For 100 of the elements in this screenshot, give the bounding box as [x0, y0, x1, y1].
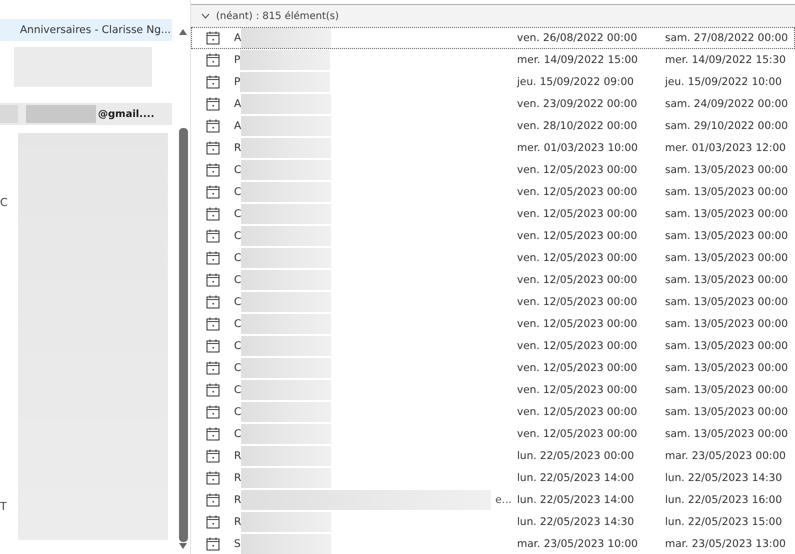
appointment-title: R — [234, 450, 242, 462]
end-date: mar. 23/05/2023 13:00 — [665, 538, 787, 550]
account-header[interactable]: @gmail.... — [0, 103, 172, 125]
group-header[interactable]: (néant) : 815 élément(s) — [191, 5, 795, 27]
appointment-title: C — [234, 164, 242, 176]
appointment-row[interactable]: C ven. 12/05/2023 00:00 sam. 13/05/2023 00:00 — [191, 357, 795, 379]
start-date: mer. 01/03/2023 10:00 — [517, 142, 639, 154]
appointment-title: C — [234, 252, 242, 264]
appointment-row[interactable]: R lun. 22/05/2023 00:00 mar. 23/05/2023 00:00 — [191, 445, 795, 467]
appointment-title: C — [234, 428, 242, 440]
appointment-row[interactable]: C ven. 12/05/2023 00:00 sam. 13/05/2023 00:00 — [191, 291, 795, 313]
end-date: sam. 13/05/2023 00:00 — [665, 340, 789, 352]
appointment-row[interactable]: C ven. 12/05/2023 00:00 sam. 13/05/2023 00:00 — [191, 379, 795, 401]
appointment-title: C — [234, 406, 242, 418]
appointment-title: S — [234, 538, 241, 550]
appointment-row[interactable]: R lun. 22/05/2023 14:00 lun. 22/05/2023 14:30 — [191, 467, 795, 489]
appointment-title: C — [234, 208, 242, 220]
start-date: lun. 22/05/2023 14:00 — [517, 472, 636, 484]
start-date: ven. 12/05/2023 00:00 — [517, 384, 638, 396]
end-date: lun. 22/05/2023 16:00 — [665, 494, 784, 506]
appointment-row[interactable]: A ven. 26/08/2022 00:00 sam. 27/08/2022 00:00 — [191, 27, 795, 49]
appointment-title: R — [234, 472, 242, 484]
end-date: sam. 13/05/2023 00:00 — [665, 428, 789, 440]
appointment-title: C — [234, 274, 242, 286]
appointment-title: A — [234, 98, 242, 110]
appointment-title: R — [234, 494, 242, 506]
end-date: jeu. 15/09/2022 10:00 — [665, 76, 783, 88]
start-date: ven. 23/09/2022 00:00 — [517, 98, 638, 110]
cut-label: T — [0, 500, 7, 513]
appointment-row[interactable]: R lun. 22/05/2023 14:30 lun. 22/05/2023 15:00 — [191, 511, 795, 533]
end-date: sam. 24/09/2022 00:00 — [665, 98, 789, 110]
appointment-row[interactable]: R mer. 01/03/2023 10:00 mer. 01/03/2023 12:00 — [191, 137, 795, 159]
appointment-title: C — [234, 362, 242, 374]
start-date: ven. 12/05/2023 00:00 — [517, 340, 638, 352]
start-date: mar. 23/05/2023 10:00 — [517, 538, 639, 550]
cut-label: C — [0, 196, 8, 209]
appointment-title: P — [234, 76, 240, 88]
end-date: mer. 01/03/2023 12:00 — [665, 142, 787, 154]
end-date: mer. 14/09/2022 15:30 — [665, 54, 787, 66]
start-date: lun. 22/05/2023 00:00 — [517, 450, 636, 462]
appointment-row[interactable]: C ven. 12/05/2023 00:00 sam. 13/05/2023 00:00 — [191, 225, 795, 247]
end-date: sam. 13/05/2023 00:00 — [665, 164, 789, 176]
appointment-row[interactable]: A ven. 23/09/2022 00:00 sam. 24/09/2022 00:00 — [191, 93, 795, 115]
appointment-title: C — [234, 384, 242, 396]
title-ellipsis: e... — [495, 494, 513, 506]
start-date: ven. 12/05/2023 00:00 — [517, 362, 638, 374]
appointment-title: P — [234, 54, 240, 66]
appointment-title: A — [234, 120, 242, 132]
start-date: ven. 12/05/2023 00:00 — [517, 208, 638, 220]
appointment-title: C — [234, 340, 242, 352]
start-date: ven. 12/05/2023 00:00 — [517, 296, 638, 308]
appointment-row[interactable]: C ven. 12/05/2023 00:00 sam. 13/05/2023 00:00 — [191, 159, 795, 181]
group-label: (néant) : 815 élément(s) — [216, 10, 339, 22]
appointment-row[interactable]: C ven. 12/05/2023 00:00 sam. 13/05/2023 00:00 — [191, 313, 795, 335]
appointment-row[interactable]: C ven. 12/05/2023 00:00 sam. 13/05/2023 00:00 — [191, 203, 795, 225]
appointment-title: C — [234, 186, 242, 198]
end-date: sam. 13/05/2023 00:00 — [665, 252, 789, 264]
end-date: sam. 13/05/2023 00:00 — [665, 362, 789, 374]
appointment-title: C — [234, 296, 242, 308]
start-date: lun. 22/05/2023 14:00 — [517, 494, 636, 506]
start-date: lun. 22/05/2023 14:30 — [517, 516, 636, 528]
appointment-title: R — [234, 142, 242, 154]
end-date: sam. 13/05/2023 00:00 — [665, 230, 789, 242]
calendar-item[interactable]: Anniversaires - Clarisse Ng... — [0, 19, 172, 41]
appointment-row[interactable]: P jeu. 15/09/2022 09:00 jeu. 15/09/2022 10:00 — [191, 71, 795, 93]
end-date: sam. 13/05/2023 00:00 — [665, 208, 789, 220]
start-date: ven. 26/08/2022 00:00 — [517, 32, 638, 44]
appointment-row[interactable]: C ven. 12/05/2023 00:00 sam. 13/05/2023 00:00 — [191, 423, 795, 445]
appointment-row[interactable]: C ven. 12/05/2023 00:00 sam. 13/05/2023 00:00 — [191, 247, 795, 269]
appointment-title: R — [234, 516, 242, 528]
start-date: ven. 12/05/2023 00:00 — [517, 318, 638, 330]
end-date: sam. 13/05/2023 00:00 — [665, 186, 789, 198]
appointment-row[interactable]: C ven. 12/05/2023 00:00 sam. 13/05/2023 00:00 — [191, 181, 795, 203]
appointment-row[interactable]: C ven. 12/05/2023 00:00 sam. 13/05/2023 00:00 — [191, 269, 795, 291]
end-date: sam. 13/05/2023 00:00 — [665, 318, 789, 330]
start-date: ven. 12/05/2023 00:00 — [517, 186, 638, 198]
start-date: ven. 12/05/2023 00:00 — [517, 428, 638, 440]
start-date: ven. 12/05/2023 00:00 — [517, 164, 638, 176]
end-date: sam. 29/10/2022 00:00 — [665, 120, 789, 132]
end-date: lun. 22/05/2023 14:30 — [665, 472, 784, 484]
start-date: jeu. 15/09/2022 09:00 — [517, 76, 635, 88]
end-date: sam. 13/05/2023 00:00 — [665, 384, 789, 396]
end-date: sam. 13/05/2023 00:00 — [665, 296, 789, 308]
appointment-row[interactable]: C ven. 12/05/2023 00:00 sam. 13/05/2023 00:00 — [191, 401, 795, 423]
appointment-row[interactable]: S mar. 23/05/2023 10:00 mar. 23/05/2023 13:00 — [191, 533, 795, 554]
start-date: mer. 14/09/2022 15:00 — [517, 54, 639, 66]
appointment-row[interactable]: C ven. 12/05/2023 00:00 sam. 13/05/2023 00:00 — [191, 335, 795, 357]
appointment-row[interactable]: A ven. 28/10/2022 00:00 sam. 29/10/2022 00:00 — [191, 115, 795, 137]
end-date: mar. 23/05/2023 00:00 — [665, 450, 787, 462]
start-date: ven. 12/05/2023 00:00 — [517, 252, 638, 264]
appointment-title: C — [234, 318, 242, 330]
end-date: sam. 13/05/2023 00:00 — [665, 274, 789, 286]
appointment-row[interactable]: R e... lun. 22/05/2023 14:00 lun. 22/05/2023 16:00 — [191, 489, 795, 511]
start-date: ven. 12/05/2023 00:00 — [517, 230, 638, 242]
end-date: sam. 13/05/2023 00:00 — [665, 406, 789, 418]
account-name: @gmail.... — [98, 108, 154, 120]
appointment-row[interactable]: P mer. 14/09/2022 15:00 mer. 14/09/2022 15:30 — [191, 49, 795, 71]
start-date: ven. 28/10/2022 00:00 — [517, 120, 638, 132]
appointment-title: A — [234, 32, 242, 44]
appointment-title: C — [234, 230, 242, 242]
